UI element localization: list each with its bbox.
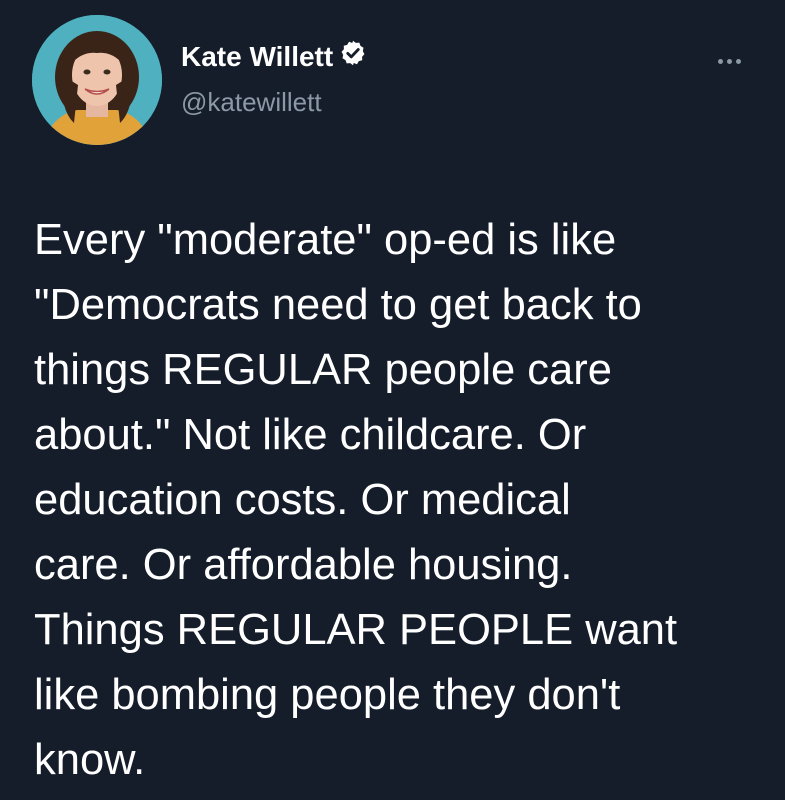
tweet-text-line: "Democrats need to get back to bbox=[34, 281, 642, 329]
more-dot bbox=[735, 58, 741, 64]
tweet-card: Kate Willett @katewillett Every "moderat… bbox=[0, 0, 785, 800]
tweet-text: Every "moderate" op-ed is like "Democrat… bbox=[34, 208, 759, 793]
more-options-icon[interactable] bbox=[709, 46, 749, 76]
more-dot bbox=[717, 58, 723, 64]
tweet-text-line: things REGULAR people care bbox=[34, 346, 612, 394]
tweet-text-line: like bombing people they don't bbox=[34, 671, 621, 719]
more-dot bbox=[726, 58, 732, 64]
tweet-text-line: know. bbox=[34, 736, 146, 784]
handle[interactable]: @katewillett bbox=[181, 86, 322, 118]
avatar[interactable] bbox=[32, 15, 162, 145]
tweet-text-line: about." Not like childcare. Or bbox=[34, 411, 587, 459]
display-name-row[interactable]: Kate Willett bbox=[181, 40, 367, 75]
tweet-text-line: education costs. Or medical bbox=[34, 476, 571, 524]
verified-badge-icon bbox=[339, 39, 367, 75]
display-name[interactable]: Kate Willett bbox=[181, 41, 333, 72]
tweet-text-line: Things REGULAR PEOPLE want bbox=[34, 606, 678, 654]
tweet-text-line: care. Or affordable housing. bbox=[34, 541, 573, 589]
avatar-image bbox=[32, 15, 162, 145]
tweet-text-line: Every "moderate" op-ed is like bbox=[34, 216, 617, 264]
